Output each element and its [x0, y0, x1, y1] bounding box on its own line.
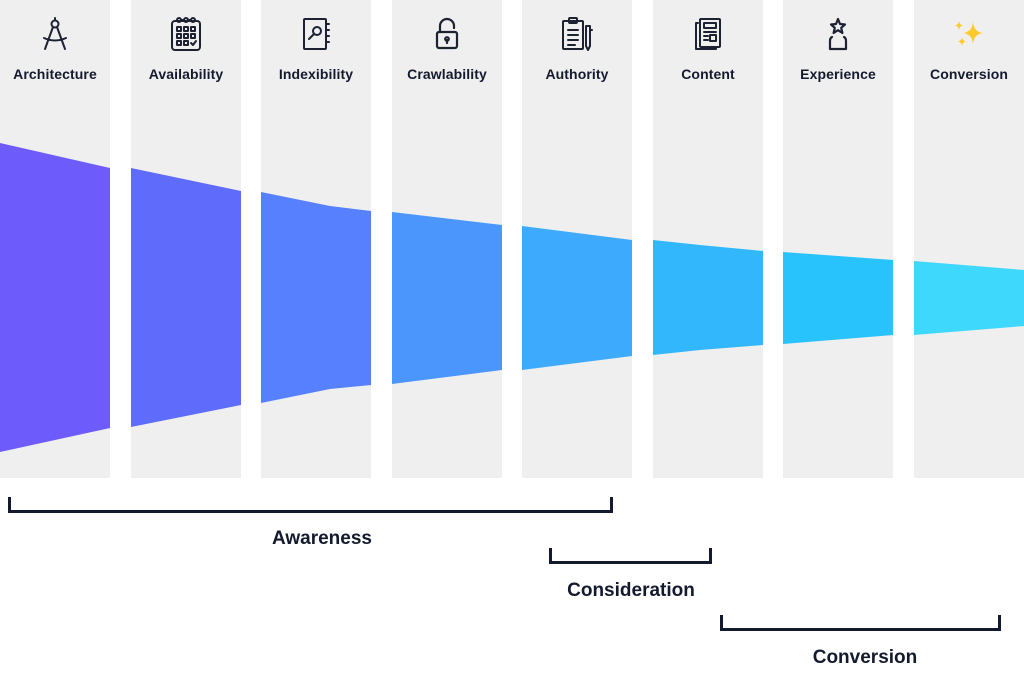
- consideration-bracket: [549, 548, 712, 564]
- funnel-segment-conversion: [914, 261, 1024, 335]
- funnel-shapes: [0, 143, 1024, 452]
- awareness-bracket: [8, 497, 613, 513]
- stage-label-consideration: Consideration: [567, 580, 695, 601]
- stage-label-awareness: Awareness: [272, 528, 372, 549]
- funnel-segment-indexibility: [261, 192, 371, 403]
- funnel-segment-content: [653, 240, 763, 355]
- funnel-segment-availability: [131, 168, 241, 427]
- conversion-bracket: [720, 615, 1001, 631]
- funnel-segment-crawlability: [392, 212, 502, 384]
- funnel-segment-experience: [783, 252, 893, 344]
- funnel-segment-architecture: [0, 143, 110, 452]
- stage-label-conversion: Conversion: [812, 647, 918, 668]
- funnel-segment-authority: [522, 226, 632, 370]
